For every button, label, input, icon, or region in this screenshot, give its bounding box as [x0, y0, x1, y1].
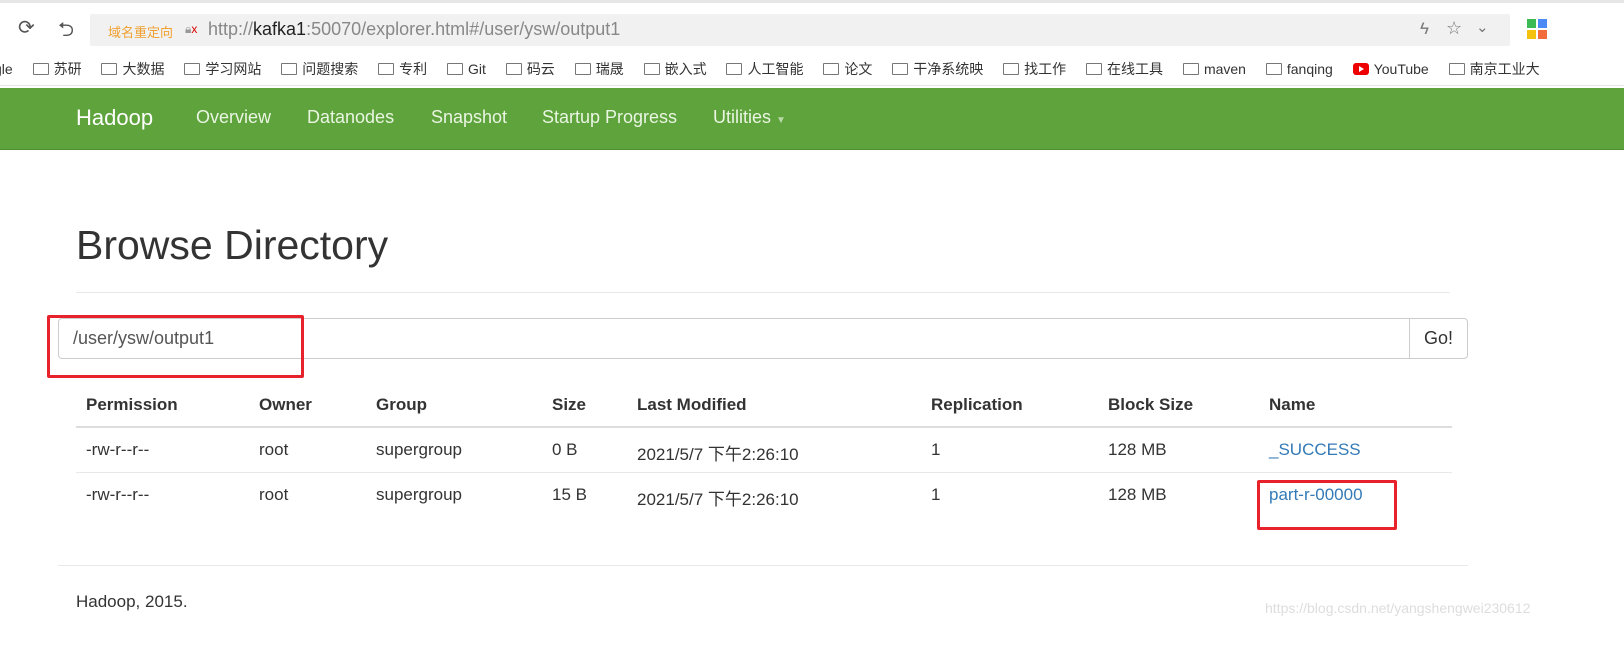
chevron-down-icon[interactable]: ⌄ — [1476, 18, 1489, 36]
bookmark[interactable]: 干净系统映 — [892, 52, 983, 85]
apps-icon[interactable] — [1527, 19, 1547, 39]
file-link[interactable]: _SUCCESS — [1269, 440, 1361, 460]
bookmark[interactable]: Git — [447, 52, 486, 85]
folder-icon — [1003, 63, 1020, 75]
cell-replication: 1 — [931, 440, 941, 459]
header-permission[interactable]: Permission — [86, 395, 178, 415]
cell-permission: -rw-r--r-- — [86, 440, 150, 459]
bookmark[interactable]: 大数据 — [101, 52, 164, 85]
address-bar[interactable]: 域名重定向 🔒︎x http://kafka1:50070/explorer.h… — [90, 14, 1510, 46]
folder-icon — [574, 63, 591, 75]
cell-block-size: 128 MB — [1108, 440, 1167, 459]
cell-size: 0 B — [552, 440, 578, 459]
folder-icon — [892, 63, 909, 75]
header-group[interactable]: Group — [376, 395, 427, 415]
youtube-icon — [1352, 63, 1369, 75]
watermark: https://blog.csdn.net/yangshengwei230612 — [1265, 600, 1531, 616]
nav-startup-progress[interactable]: Startup Progress — [542, 107, 677, 128]
cell-group: supergroup — [376, 440, 463, 459]
header-divider — [76, 426, 1452, 428]
highlight-box — [47, 315, 304, 378]
caret-down-icon: ▼ — [776, 115, 786, 126]
folder-icon — [823, 63, 840, 75]
divider — [58, 565, 1468, 566]
cell-owner: root — [259, 485, 289, 504]
divider — [76, 292, 1450, 293]
lightning-icon[interactable]: ϟ — [1420, 19, 1429, 39]
brand-link[interactable]: Hadoop — [76, 105, 153, 131]
redirect-label: 域名重定向 — [108, 25, 174, 40]
url-text[interactable]: http://kafka1:50070/explorer.html#/user/… — [208, 19, 620, 40]
header-name[interactable]: Name — [1269, 395, 1315, 415]
navbar: Hadoop Overview Datanodes Snapshot Start… — [0, 88, 1624, 150]
footer-text: Hadoop, 2015. — [76, 592, 188, 611]
bookmark[interactable]: 码云 — [505, 52, 555, 85]
header-replication[interactable]: Replication — [931, 395, 1023, 415]
bookmark[interactable]: maven — [1182, 52, 1246, 85]
row-divider — [76, 472, 1452, 473]
folder-icon — [1086, 63, 1103, 75]
back-icon[interactable]: ⮌ — [58, 15, 74, 49]
page-title: Browse Directory — [76, 222, 389, 268]
cell-owner: root — [259, 440, 289, 459]
bookmark[interactable]: 找工作 — [1003, 52, 1066, 85]
cell-group: supergroup — [376, 485, 463, 504]
folder-icon — [643, 63, 660, 75]
header-owner[interactable]: Owner — [259, 395, 312, 415]
nav-snapshot[interactable]: Snapshot — [431, 107, 507, 128]
folder-icon — [726, 63, 743, 75]
cell-block-size: 128 MB — [1108, 485, 1167, 504]
nav-datanodes[interactable]: Datanodes — [307, 107, 394, 128]
go-button[interactable]: Go! — [1409, 318, 1468, 359]
bookmark[interactable]: 瑞晟 — [574, 52, 624, 85]
star-icon[interactable]: ☆ — [1446, 18, 1462, 39]
nav-overview[interactable]: Overview — [196, 107, 271, 128]
cell-permission: -rw-r--r-- — [86, 485, 150, 504]
header-size[interactable]: Size — [552, 395, 586, 415]
bookmark[interactable]: 嵌入式 — [643, 52, 707, 85]
header-last-modified[interactable]: Last Modified — [637, 395, 747, 415]
bookmark[interactable]: 南京工业大 — [1448, 52, 1540, 85]
bookmark[interactable]: YouTube — [1352, 52, 1429, 85]
reload-icon[interactable]: ⟳ — [18, 15, 35, 40]
folder-icon — [1448, 63, 1465, 75]
nav-utilities[interactable]: Utilities ▼ — [713, 107, 786, 128]
cell-last-modified: 2021/5/7 下午2:26:10 — [637, 490, 799, 509]
bookmark[interactable]: 在线工具 — [1086, 52, 1163, 85]
folder-icon — [281, 63, 298, 75]
folder-icon — [101, 63, 118, 75]
bookmark[interactable]: fanqing — [1265, 52, 1333, 85]
bookmarks-bar: gle 苏研 大数据 学习网站 问题搜索 专利 Git 码云 瑞晟 嵌入式 人工… — [0, 52, 1624, 86]
bookmark[interactable]: 问题搜索 — [281, 52, 358, 85]
folder-icon — [184, 63, 201, 75]
cell-size: 15 B — [552, 485, 587, 504]
folder-icon — [447, 63, 464, 75]
bookmark[interactable]: 人工智能 — [726, 52, 803, 85]
folder-icon — [378, 63, 395, 75]
insecure-lock-icon[interactable]: 🔒︎x — [185, 22, 197, 37]
bookmark[interactable]: 专利 — [378, 52, 427, 85]
folder-icon — [505, 63, 522, 75]
bookmark[interactable]: 论文 — [823, 52, 872, 85]
bookmark[interactable]: 学习网站 — [184, 52, 261, 85]
bookmark[interactable]: 苏研 — [32, 52, 82, 85]
cell-last-modified: 2021/5/7 下午2:26:10 — [637, 445, 799, 464]
header-block-size[interactable]: Block Size — [1108, 395, 1193, 415]
cell-replication: 1 — [931, 485, 941, 504]
highlight-box — [1257, 480, 1397, 530]
browser-toolbar: ⟳ ⮌ 域名重定向 🔒︎x http://kafka1:50070/explor… — [0, 0, 1624, 46]
folder-icon — [1265, 63, 1282, 75]
folder-icon — [32, 63, 49, 75]
folder-icon — [1182, 63, 1199, 75]
bookmark[interactable]: gle — [0, 52, 13, 85]
